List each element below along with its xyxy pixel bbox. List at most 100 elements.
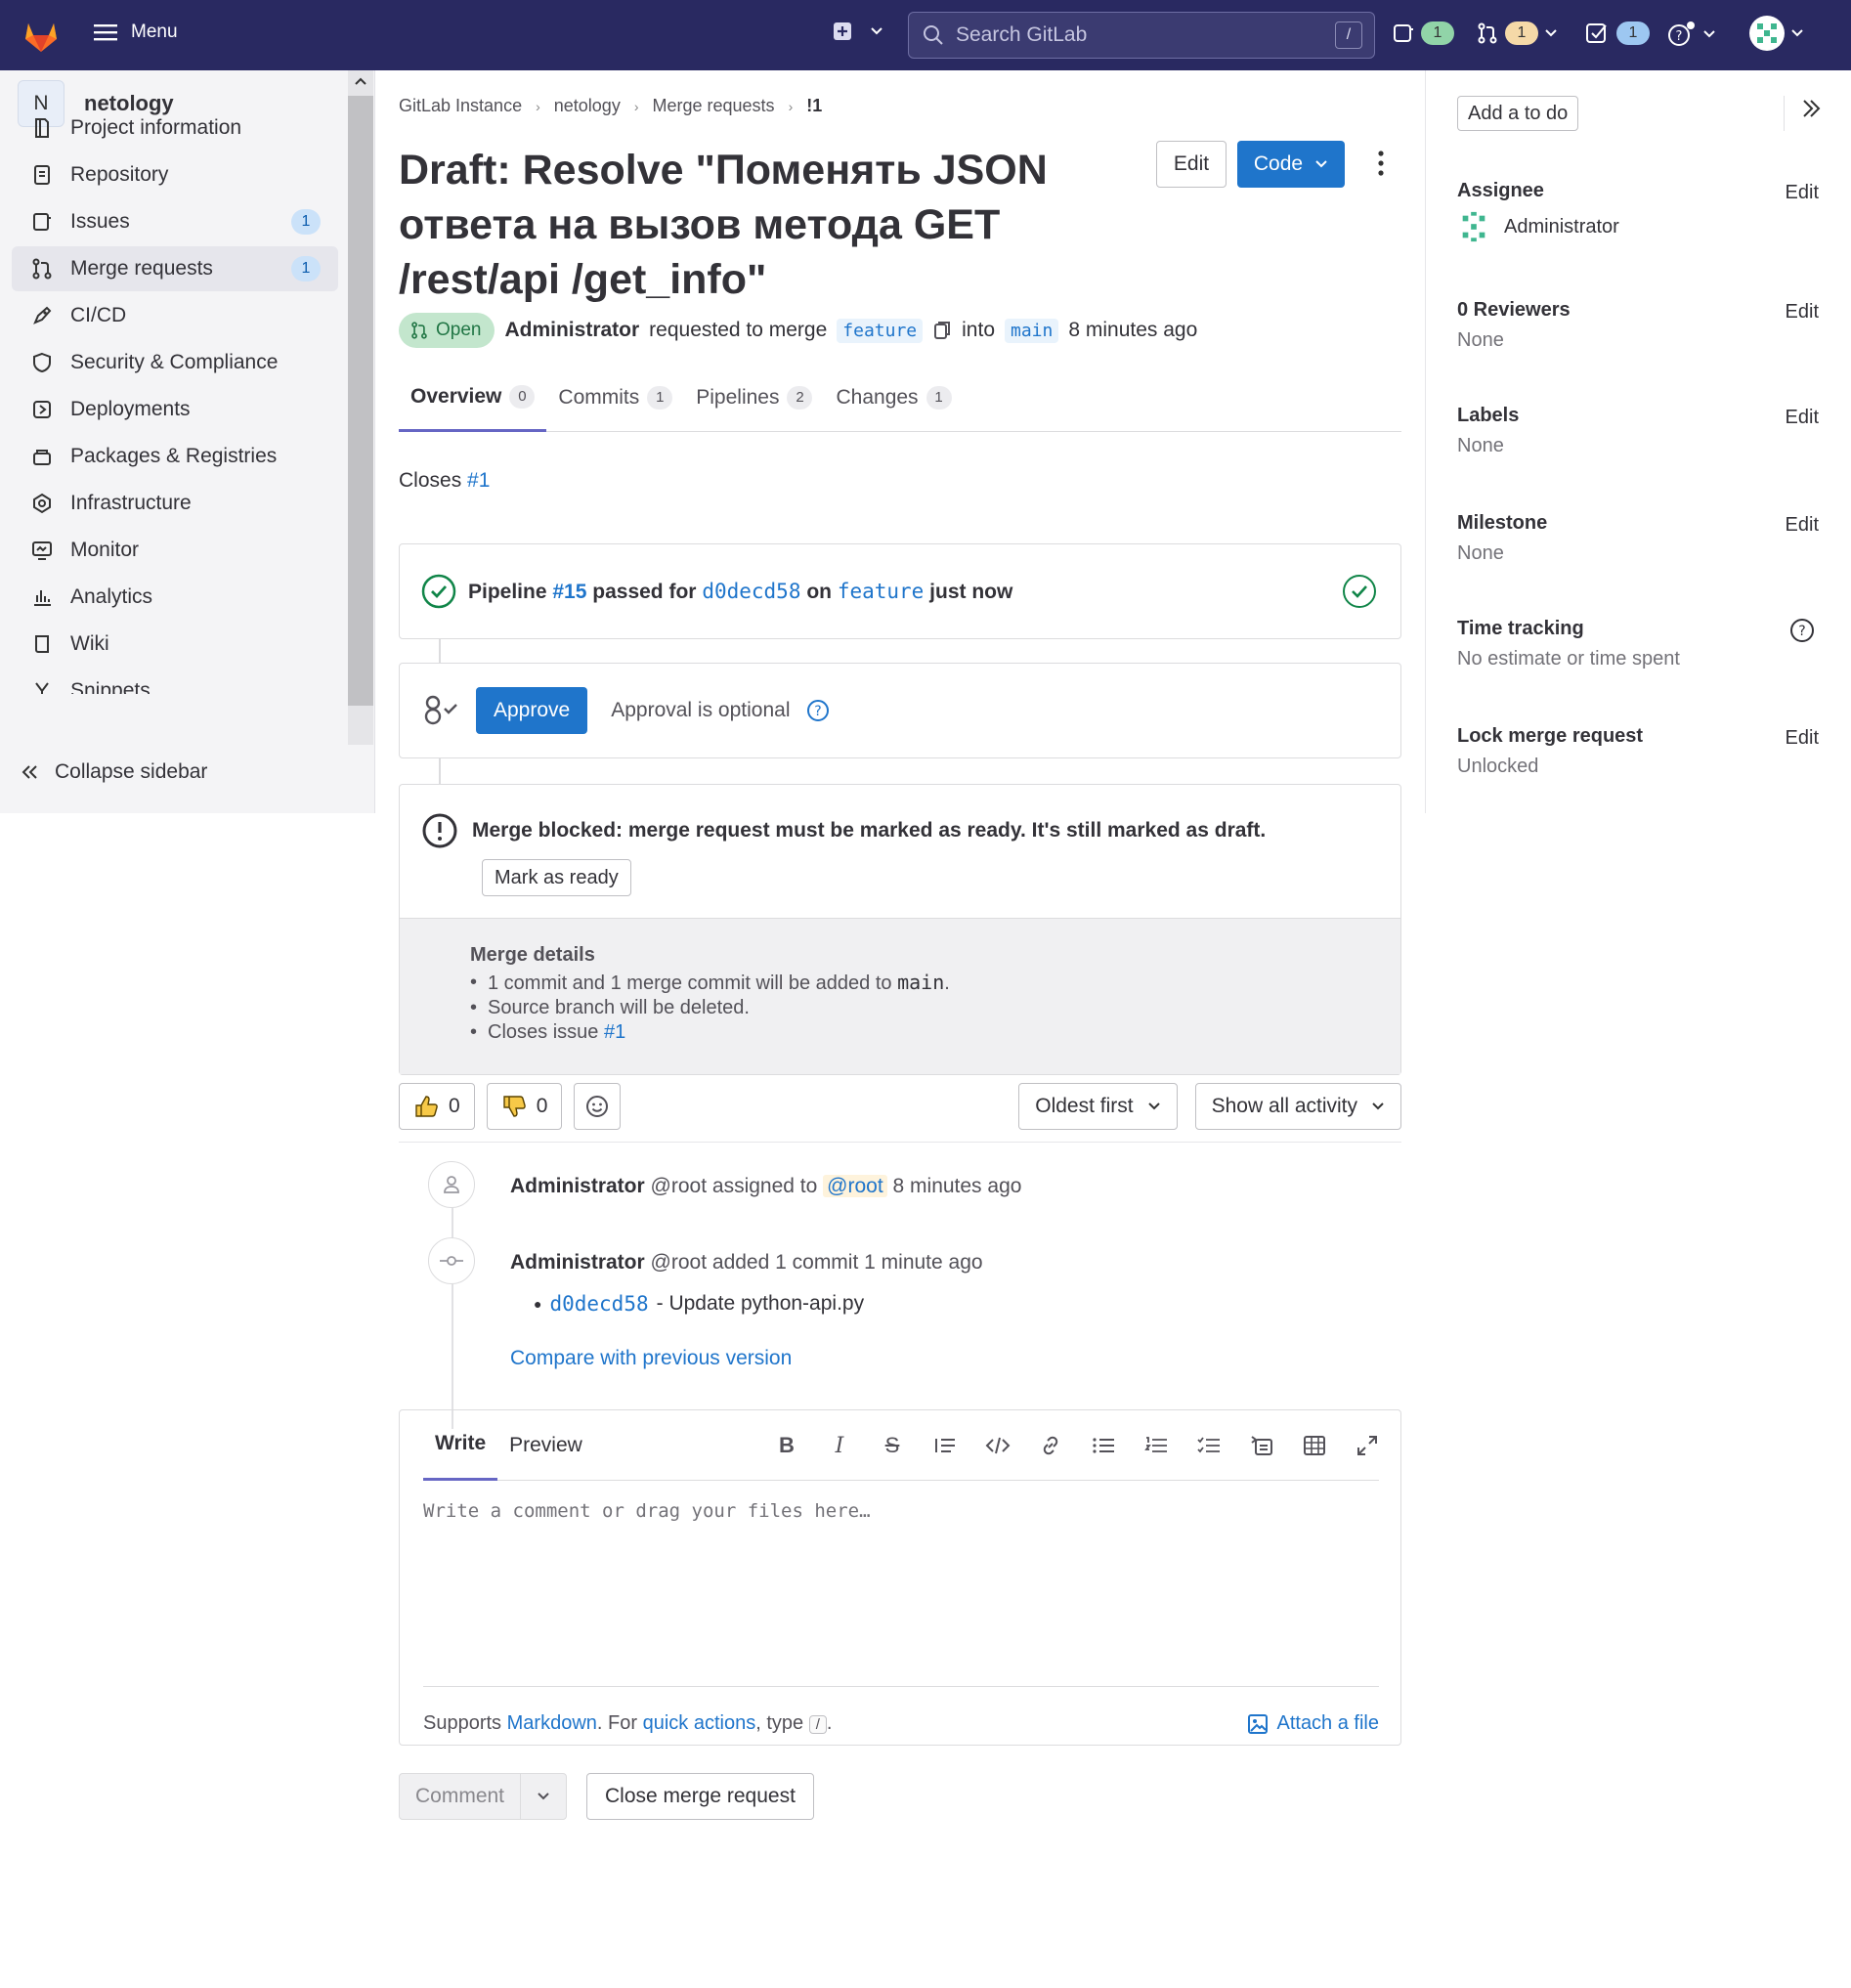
numbered-list-icon[interactable] bbox=[1142, 1432, 1170, 1459]
approve-button[interactable]: Approve bbox=[476, 687, 588, 734]
edit-reviewers-button[interactable]: Edit bbox=[1786, 301, 1819, 324]
copy-branch-icon[interactable] bbox=[932, 320, 952, 341]
tab-preview[interactable]: Preview bbox=[497, 1410, 594, 1481]
breadcrumb-project[interactable]: netology bbox=[554, 96, 621, 116]
closes-issue-link[interactable]: #1 bbox=[467, 469, 490, 492]
sidebar-item-wiki[interactable]: Wiki bbox=[12, 622, 338, 667]
sidebar-scrollbar[interactable] bbox=[348, 70, 373, 745]
sidebar-item-analytics[interactable]: Analytics bbox=[12, 575, 338, 620]
gitlab-logo-icon[interactable] bbox=[22, 16, 61, 55]
sidebar-item-ci-cd[interactable]: CI/CD bbox=[12, 293, 338, 338]
attach-file-button[interactable]: Attach a file bbox=[1247, 1712, 1379, 1735]
bullet-list-icon[interactable] bbox=[1090, 1432, 1117, 1459]
commit-sha-link[interactable]: d0decd58 bbox=[702, 580, 800, 603]
breadcrumb-mr-id[interactable]: !1 bbox=[806, 96, 822, 116]
markdown-link[interactable]: Markdown bbox=[507, 1712, 597, 1734]
comment-textarea[interactable]: Write a comment or drag your files here… bbox=[423, 1500, 871, 1522]
source-branch[interactable]: feature bbox=[837, 318, 924, 343]
sidebar-item-merge-requests[interactable]: Merge requests 1 bbox=[12, 246, 338, 291]
add-reaction-button[interactable] bbox=[574, 1083, 622, 1130]
code-icon[interactable] bbox=[984, 1432, 1012, 1459]
commit-sha-link[interactable]: d0decd58 bbox=[549, 1292, 648, 1316]
compare-version-link[interactable]: Compare with previous version bbox=[510, 1347, 792, 1370]
quick-actions-link[interactable]: quick actions bbox=[643, 1712, 756, 1734]
status-success-icon[interactable] bbox=[421, 574, 456, 609]
comment-options-toggle[interactable] bbox=[521, 1774, 566, 1819]
edit-milestone-button[interactable]: Edit bbox=[1786, 514, 1819, 537]
todos-counter-button[interactable]: 1 bbox=[1585, 22, 1650, 45]
branch-link[interactable]: feature bbox=[838, 580, 925, 603]
attach-label: Attach a file bbox=[1276, 1712, 1379, 1734]
code-dropdown-button[interactable]: Code bbox=[1237, 141, 1345, 188]
tab-changes[interactable]: Changes 1 bbox=[824, 364, 963, 432]
merge-requests-counter-button[interactable]: 1 bbox=[1476, 22, 1558, 45]
quote-icon[interactable] bbox=[931, 1432, 959, 1459]
target-branch[interactable]: main bbox=[1005, 318, 1059, 343]
pipeline-stage-success-icon[interactable] bbox=[1342, 574, 1377, 609]
collapsible-icon[interactable] bbox=[1248, 1432, 1275, 1459]
activity-action: added 1 commit bbox=[711, 1251, 859, 1274]
activity-handle[interactable]: @root bbox=[651, 1175, 708, 1197]
user-mention[interactable]: @root bbox=[823, 1175, 887, 1197]
more-actions-icon[interactable] bbox=[1366, 149, 1396, 178]
task-list-icon[interactable] bbox=[1195, 1432, 1223, 1459]
reviewers-block: 0 Reviewers Edit None bbox=[1457, 299, 1819, 352]
fullscreen-icon[interactable] bbox=[1354, 1432, 1381, 1459]
closes-issue-link[interactable]: #1 bbox=[604, 1021, 625, 1043]
sort-order-dropdown[interactable]: Oldest first bbox=[1018, 1083, 1178, 1130]
sidebar-item-monitor[interactable]: Monitor bbox=[12, 528, 338, 573]
add-todo-button[interactable]: Add a to do bbox=[1457, 96, 1579, 131]
tab-write[interactable]: Write bbox=[423, 1410, 498, 1481]
edit-lock-button[interactable]: Edit bbox=[1786, 727, 1819, 750]
sidebar-item-security[interactable]: Security & Compliance bbox=[12, 340, 338, 385]
sidebar-item-infrastructure[interactable]: Infrastructure bbox=[12, 481, 338, 526]
help-circle-icon[interactable]: ? bbox=[806, 699, 830, 722]
edit-labels-button[interactable]: Edit bbox=[1786, 407, 1819, 429]
help-circle-icon[interactable]: ? bbox=[1789, 618, 1815, 643]
mr-author[interactable]: Administrator bbox=[504, 319, 639, 342]
pipeline-link[interactable]: #15 bbox=[552, 581, 586, 603]
mr-time: 8 minutes ago bbox=[1068, 319, 1198, 341]
menu-button[interactable]: Menu bbox=[94, 22, 178, 43]
thumbs-up-button[interactable]: 0 bbox=[399, 1083, 475, 1130]
activity-author[interactable]: Administrator bbox=[510, 1175, 645, 1197]
close-merge-request-button[interactable]: Close merge request bbox=[586, 1773, 814, 1820]
activity-filter-dropdown[interactable]: Show all activity bbox=[1194, 1083, 1401, 1130]
double-chevron-right-icon[interactable] bbox=[1800, 98, 1822, 119]
avatar bbox=[1462, 211, 1485, 242]
edit-button[interactable]: Edit bbox=[1156, 141, 1227, 188]
sidebar-item-issues[interactable]: Issues 1 bbox=[12, 199, 338, 244]
sidebar-item-repository[interactable]: Repository bbox=[12, 152, 338, 197]
strikethrough-icon[interactable]: S bbox=[879, 1432, 906, 1459]
link-icon[interactable] bbox=[1037, 1432, 1064, 1459]
search-input[interactable]: Search GitLab / bbox=[908, 12, 1375, 59]
activity-handle[interactable]: @root bbox=[651, 1251, 708, 1274]
assignee-user[interactable]: Administrator bbox=[1457, 210, 1819, 243]
new-dropdown[interactable] bbox=[833, 22, 883, 41]
user-avatar-dropdown[interactable] bbox=[1749, 16, 1804, 51]
mark-as-ready-button[interactable]: Mark as ready bbox=[482, 859, 631, 896]
activity-author[interactable]: Administrator bbox=[510, 1251, 645, 1274]
project-info-icon bbox=[29, 115, 55, 141]
breadcrumb-merge-requests[interactable]: Merge requests bbox=[653, 96, 775, 116]
collapse-sidebar-button[interactable]: Collapse sidebar bbox=[22, 760, 207, 784]
sidebar-item-project-information[interactable]: Project information bbox=[12, 106, 338, 151]
table-icon[interactable] bbox=[1301, 1432, 1328, 1459]
sidebar-item-snippets[interactable]: Snippets bbox=[12, 669, 338, 694]
issues-count-badge: 1 bbox=[291, 209, 321, 235]
thumbs-down-button[interactable]: 0 bbox=[486, 1083, 563, 1130]
help-dropdown[interactable]: ? bbox=[1667, 22, 1716, 47]
sidebar-item-packages[interactable]: Packages & Registries bbox=[12, 434, 338, 479]
sidebar-item-deployments[interactable]: Deployments bbox=[12, 387, 338, 432]
editor-footer: Supports Markdown. For quick actions, ty… bbox=[423, 1686, 1379, 1735]
breadcrumb-gitlab-instance[interactable]: GitLab Instance bbox=[399, 96, 522, 116]
tab-pipelines[interactable]: Pipelines 2 bbox=[684, 364, 824, 432]
tab-overview[interactable]: Overview 0 bbox=[399, 364, 547, 432]
issues-counter-button[interactable]: 1 bbox=[1392, 22, 1454, 45]
edit-assignee-button[interactable]: Edit bbox=[1786, 182, 1819, 204]
italic-icon[interactable]: I bbox=[826, 1432, 853, 1459]
comment-button[interactable]: Comment bbox=[400, 1774, 521, 1819]
bold-icon[interactable]: B bbox=[773, 1432, 800, 1459]
scrollbar-thumb[interactable] bbox=[348, 96, 373, 706]
tab-commits[interactable]: Commits 1 bbox=[546, 364, 684, 432]
